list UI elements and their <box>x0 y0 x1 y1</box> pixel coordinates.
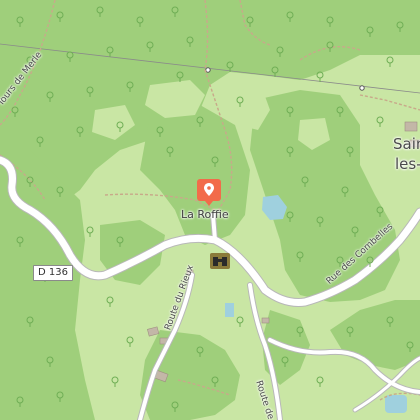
binoculars-icon[interactable] <box>210 253 230 269</box>
pylon <box>205 67 211 73</box>
place-label-saint-line1: Sain <box>393 135 420 153</box>
map-view[interactable]: La Roffie Sain les- D 136 Rue des Combel… <box>0 0 420 420</box>
road-number-badge: D 136 <box>33 265 73 281</box>
pylon <box>359 85 365 91</box>
small-pond <box>225 303 234 317</box>
map-pin-icon[interactable] <box>196 178 222 206</box>
place-label-saint-line2: les- <box>395 155 420 173</box>
place-label-la-roffie: La Roffie <box>181 208 229 221</box>
